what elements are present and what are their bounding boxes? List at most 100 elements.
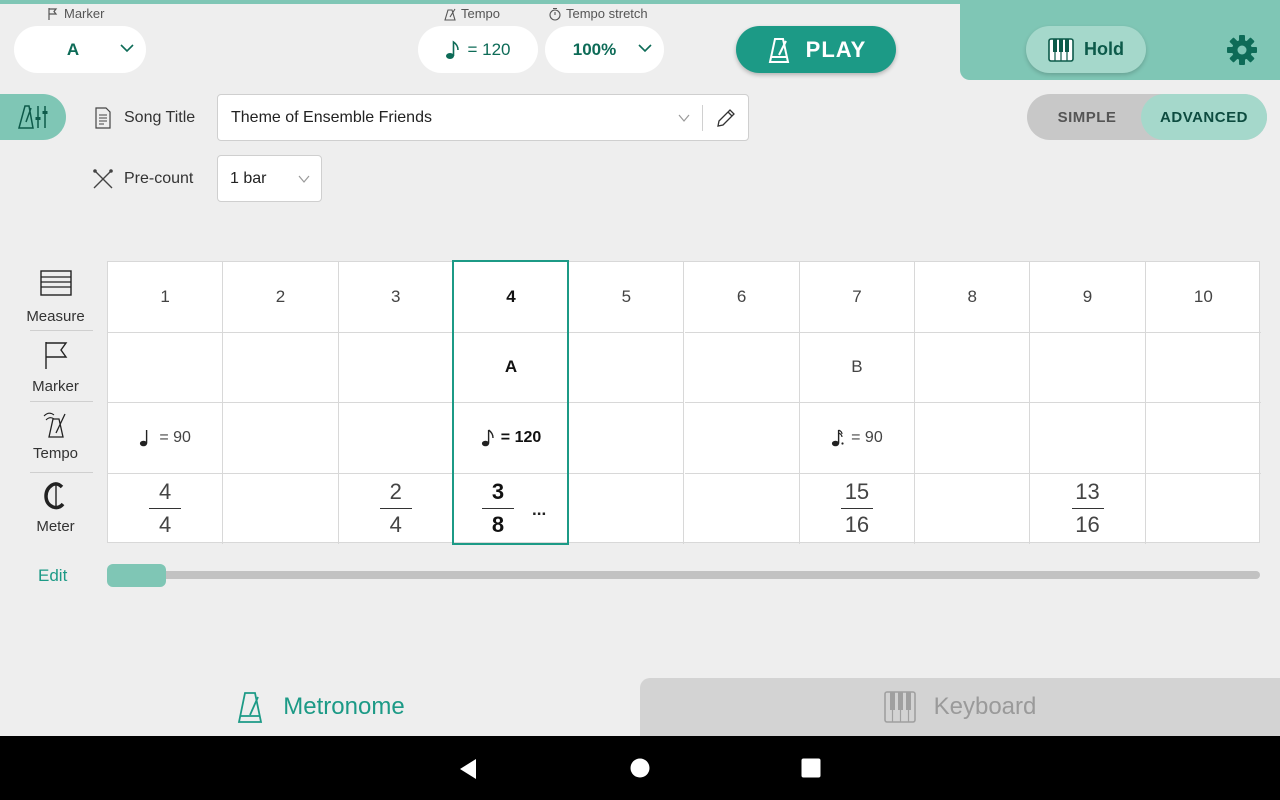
time-signature: 38	[482, 479, 515, 538]
tempo-cell[interactable]	[915, 403, 1031, 474]
measure-number-cell[interactable]: 6	[684, 262, 800, 333]
row-label-tempo: Tempo	[18, 409, 93, 462]
measure-number: 6	[736, 286, 747, 306]
tempo-cell[interactable]	[684, 403, 800, 474]
song-title-dropdown[interactable]: Theme of Ensemble Friends	[217, 94, 749, 141]
precount-dropdown[interactable]: 1 bar	[217, 155, 322, 202]
meter-cell[interactable]: 3 8...	[454, 473, 570, 544]
measure-number-cell[interactable]: 9	[1030, 262, 1146, 333]
edit-button[interactable]: Edit	[38, 566, 67, 586]
measure-number-cell[interactable]: 2	[223, 262, 339, 333]
row-label-marker: Marker	[18, 340, 93, 395]
gear-icon[interactable]	[1224, 32, 1260, 68]
tempo-value: = 90	[851, 428, 883, 446]
stopwatch-icon	[549, 7, 561, 21]
row-label-measure: Measure	[18, 270, 93, 325]
meter-cell[interactable]: 13 16	[1030, 473, 1146, 544]
tempo-cell[interactable]	[223, 403, 339, 474]
grid-scrollbar[interactable]	[107, 571, 1260, 579]
measure-number-cell[interactable]: 8	[915, 262, 1031, 333]
marker-cell[interactable]: A	[453, 332, 570, 403]
marker-cell[interactable]	[108, 332, 224, 403]
tab-keyboard[interactable]: Keyboard	[640, 678, 1280, 736]
meter-numerator: 2	[389, 479, 402, 505]
hold-button[interactable]: Hold	[1026, 26, 1146, 73]
row-divider	[30, 330, 93, 331]
tab-keyboard-label: Keyboard	[933, 693, 1037, 720]
tempo-cell[interactable]: = 90	[799, 403, 916, 474]
measure-number-cell[interactable]: 1	[108, 262, 224, 333]
tab-metronome-label: Metronome	[283, 693, 405, 720]
meter-denominator: 16	[1075, 512, 1100, 538]
more-options-button[interactable]: ...	[532, 500, 546, 520]
row-label-tempo-text: Tempo	[32, 445, 79, 462]
measure-number: 2	[275, 286, 286, 306]
tempo-cell[interactable]	[569, 403, 685, 474]
tempo-cell[interactable]: = 90	[108, 403, 224, 474]
pencil-icon[interactable]	[714, 106, 738, 130]
meter-cell[interactable]	[915, 473, 1031, 544]
tempo-button[interactable]: = 120	[418, 26, 538, 73]
marker-dropdown-value: A	[66, 39, 80, 59]
home-icon[interactable]	[630, 758, 650, 778]
measure-number-cell[interactable]: 5	[569, 262, 685, 333]
marker-cell[interactable]	[569, 332, 685, 403]
marker-cell[interactable]	[1030, 332, 1146, 403]
marker-cell[interactable]	[915, 332, 1031, 403]
mode-simple-button[interactable]: SIMPLE	[1027, 94, 1147, 140]
meter-cell[interactable]	[223, 473, 339, 544]
tempo-cell[interactable]	[1030, 403, 1146, 474]
tempo-cell[interactable]: = 120	[453, 403, 570, 474]
meter-cell[interactable]: 15 16	[800, 473, 916, 544]
meter-cell[interactable]: 44	[108, 473, 224, 544]
meter-cell[interactable]: 24	[339, 473, 454, 544]
row-label-marker-text: Marker	[32, 378, 79, 395]
mixer-icon	[18, 105, 48, 129]
time-signature: 44	[149, 479, 182, 538]
marker-value: A	[504, 357, 518, 377]
tempo-cell[interactable]	[1145, 403, 1261, 474]
precount-row-label: Pre-count	[92, 168, 193, 190]
measure-number-cell[interactable]: 10	[1145, 262, 1261, 333]
measure-grid: 1 = 90 4 4 2 3 2 4 4 A = 120 3 8... 5 6 7 B = 90 15 16 8 9 13 1…	[107, 261, 1261, 545]
flag-icon	[48, 7, 58, 20]
back-icon[interactable]	[458, 758, 478, 780]
meter-cell[interactable]	[1146, 474, 1261, 545]
recents-icon[interactable]	[801, 758, 821, 778]
grid-scrollbar-thumb[interactable]	[107, 564, 166, 587]
time-signature: 15 16	[840, 479, 873, 538]
measure-number-cell[interactable]: 4	[453, 262, 570, 333]
dotted-sixteenth-note-icon	[832, 429, 844, 447]
marker-cell[interactable]	[1145, 333, 1261, 403]
time-signature: 13 16	[1071, 479, 1104, 538]
metronome-small-icon	[444, 8, 456, 21]
marker-cell[interactable]	[338, 332, 454, 403]
meter-numerator: 4	[159, 479, 172, 505]
mode-advanced-button[interactable]: ADVANCED	[1141, 94, 1267, 140]
play-button[interactable]: PLAY	[736, 26, 896, 73]
marker-dropdown[interactable]: A	[14, 26, 146, 73]
marker-cell[interactable]	[223, 332, 339, 403]
tempo-value: = 120	[500, 428, 542, 446]
piano-keys-icon	[1048, 37, 1074, 62]
marker-cell[interactable]	[684, 332, 800, 403]
tempo-header: Tempo	[443, 6, 500, 21]
row-divider	[30, 472, 93, 473]
measure-number-cell[interactable]: 7	[799, 262, 916, 333]
chevron-down-icon	[678, 114, 690, 122]
hold-button-label: Hold	[1084, 39, 1124, 59]
piano-keys-icon	[883, 691, 916, 723]
meter-cell[interactable]	[569, 473, 685, 544]
tab-metronome[interactable]: Metronome	[0, 678, 640, 736]
common-time-icon	[43, 482, 64, 510]
tempo-cell[interactable]	[338, 403, 454, 474]
marker-value: B	[851, 357, 863, 377]
tempo-stretch-dropdown[interactable]: 100%	[545, 26, 664, 73]
meter-cell[interactable]	[685, 473, 800, 544]
song-title-row-label: Song Title	[92, 107, 195, 129]
measure-number-cell[interactable]: 3	[338, 262, 454, 333]
side-panel-button[interactable]	[0, 94, 66, 140]
meter-numerator: 3	[491, 479, 505, 505]
marker-cell[interactable]: B	[799, 332, 916, 403]
meter-denominator: 16	[844, 512, 870, 538]
